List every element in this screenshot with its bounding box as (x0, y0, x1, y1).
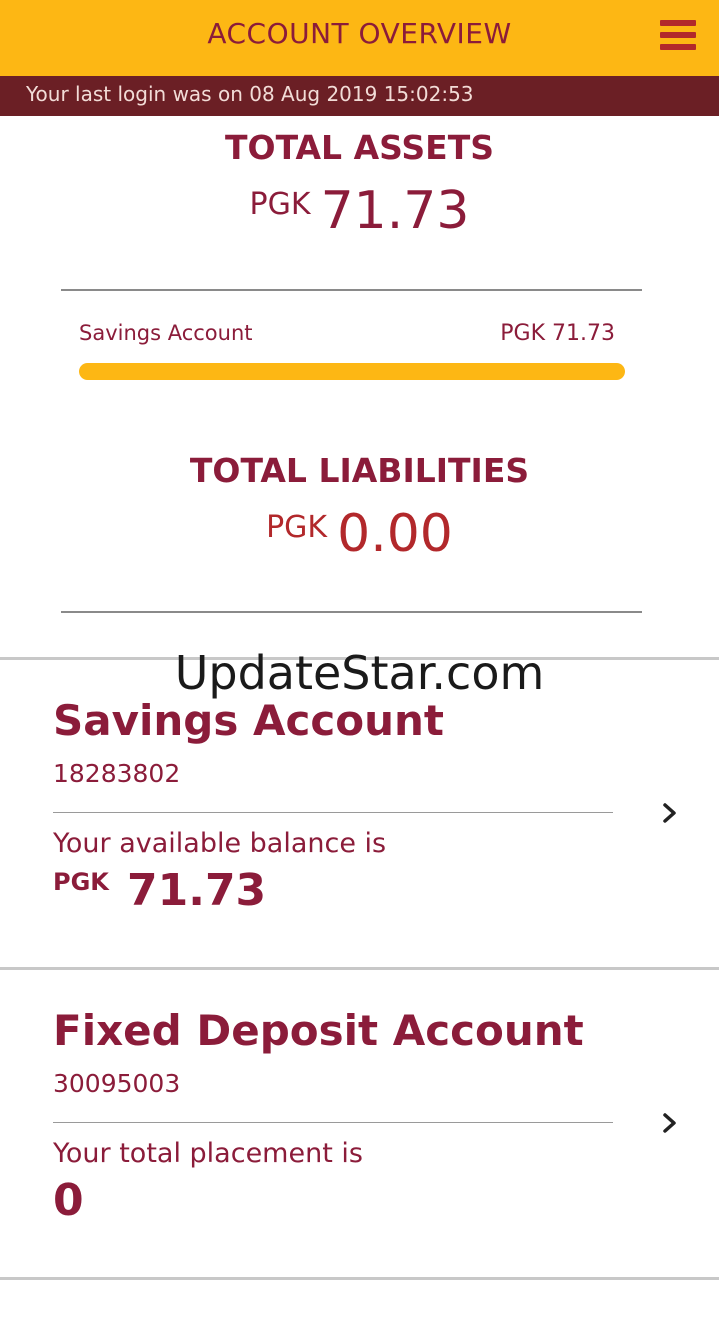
chevron-right-icon[interactable] (662, 802, 678, 824)
total-assets-currency: PGK (249, 187, 311, 222)
chevron-right-icon[interactable] (662, 1112, 678, 1134)
app-header: ACCOUNT OVERVIEW (0, 0, 719, 76)
placement-caption: Your total placement is (53, 1138, 363, 1169)
card-divider (53, 812, 613, 813)
account-number: 18283802 (53, 759, 181, 788)
account-title: Fixed Deposit Account (53, 1006, 584, 1055)
savings-account-card[interactable]: Savings Account 18283802 Your available … (0, 660, 719, 967)
account-number: 30095003 (53, 1069, 181, 1098)
divider (61, 611, 642, 613)
total-liabilities-label: TOTAL LIABILITIES (189, 451, 530, 490)
menu-line (660, 44, 696, 50)
section-separator (0, 1277, 719, 1280)
page-title: ACCOUNT OVERVIEW (207, 17, 512, 50)
last-login-text: Your last login was on 08 Aug 2019 15:02… (26, 82, 474, 106)
total-assets-amount: 71.73 (320, 181, 470, 241)
total-liabilities-amount-row: PGK 0.00 (0, 504, 719, 564)
placement-amount: 0 (53, 1175, 84, 1226)
total-assets-amount-row: PGK 71.73 (0, 181, 719, 241)
card-divider (53, 1122, 613, 1123)
total-liabilities-currency: PGK (266, 510, 328, 545)
balance-currency: PGK (53, 868, 109, 896)
divider (61, 289, 642, 291)
balance-caption: Your available balance is (53, 828, 387, 859)
fixed-deposit-account-card[interactable]: Fixed Deposit Account 30095003 Your tota… (0, 970, 719, 1277)
total-liabilities-amount: 0.00 (337, 504, 453, 564)
total-assets-label: TOTAL ASSETS (225, 128, 494, 167)
asset-breakdown-amount: PGK 71.73 (500, 321, 615, 346)
menu-line (660, 20, 696, 26)
menu-line (660, 32, 696, 38)
asset-share-bar (79, 363, 625, 380)
asset-breakdown-label: Savings Account (79, 321, 253, 345)
balance-amount: 71.73 (127, 865, 267, 916)
last-login-bar: Your last login was on 08 Aug 2019 15:02… (0, 76, 719, 116)
account-title: Savings Account (53, 696, 444, 745)
hamburger-menu-icon[interactable] (660, 20, 696, 52)
